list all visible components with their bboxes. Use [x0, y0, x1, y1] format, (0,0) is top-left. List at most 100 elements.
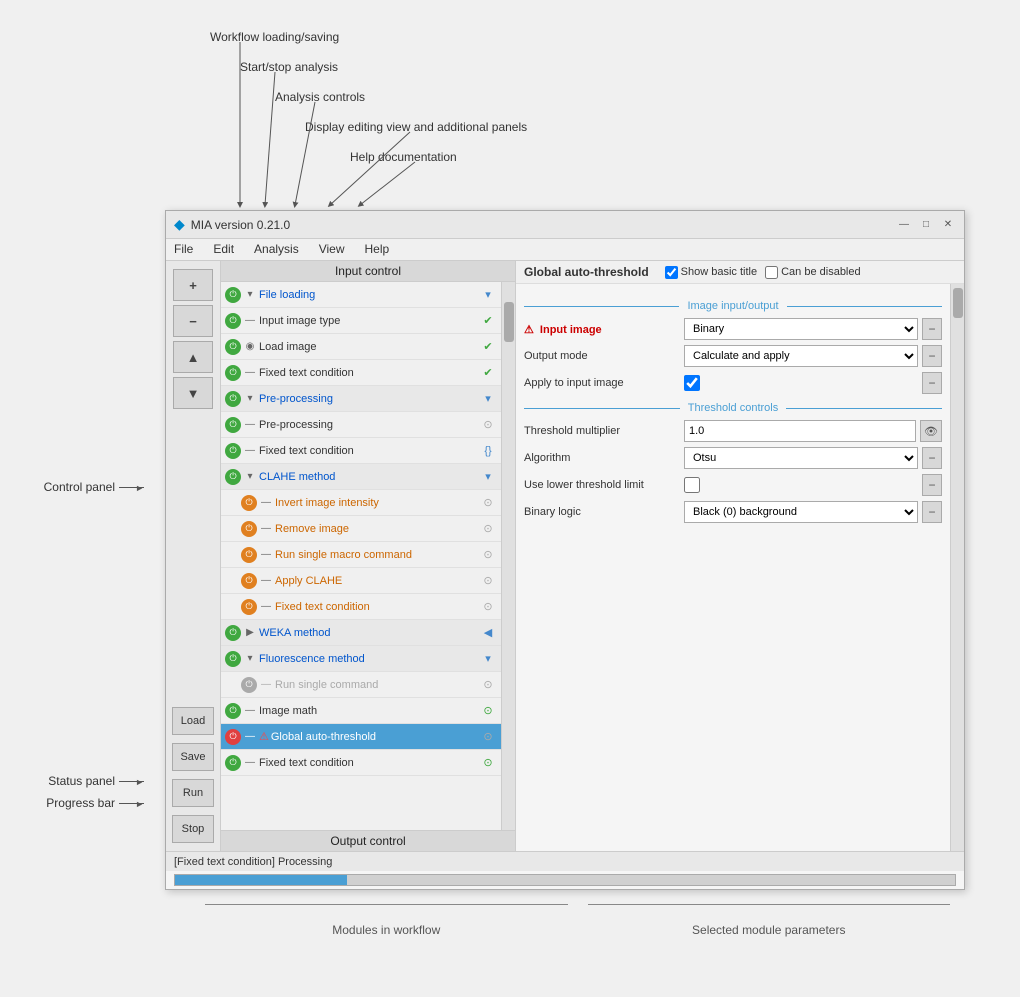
run-button[interactable]: Run [172, 779, 214, 807]
module-name[interactable]: Invert image intensity [275, 497, 479, 509]
table-row: ⏻ — Run single command ⊙ [221, 672, 501, 698]
ann-start-stop: Start/stop analysis [240, 60, 338, 74]
input-image-select[interactable]: Binary [684, 318, 918, 340]
param-control-binary-logic: Black (0) background White (0) backgroun… [684, 501, 942, 523]
module-power-icon[interactable]: ⏻ [225, 287, 241, 303]
module-power-icon[interactable]: ⏻ [241, 495, 257, 511]
module-name[interactable]: Pre-processing [259, 393, 479, 405]
params-scrollbar-thumb[interactable] [953, 288, 963, 318]
module-expand-icon[interactable]: ▾ [243, 652, 257, 666]
params-title: Global auto-threshold [524, 265, 649, 279]
output-mode-minus-button[interactable]: − [922, 345, 942, 367]
lower-threshold-minus-button[interactable]: − [922, 474, 942, 496]
minimize-button[interactable]: — [896, 217, 912, 233]
module-name[interactable]: WEKA method [259, 627, 479, 639]
module-name[interactable]: Pre-processing [259, 419, 479, 431]
module-name[interactable]: CLAHE method [259, 471, 479, 483]
output-mode-select[interactable]: Calculate and apply Calculate only [684, 345, 918, 367]
apply-input-checkbox[interactable] [684, 375, 700, 391]
module-name[interactable]: Load image [259, 341, 479, 353]
module-name[interactable]: Image math [259, 705, 479, 717]
module-expand-icon: — [259, 600, 273, 614]
show-basic-title-checkbox[interactable]: Show basic title [665, 266, 757, 279]
menu-edit[interactable]: Edit [209, 241, 238, 258]
param-row-output-mode: Output mode Calculate and apply Calculat… [524, 345, 942, 367]
module-name[interactable]: Run single command [275, 679, 479, 691]
module-name[interactable]: Apply CLAHE [275, 575, 479, 587]
table-row[interactable]: ⏻ — ⚠ Global auto-threshold ⊙ [221, 724, 501, 750]
param-row-lower-threshold: Use lower threshold limit − [524, 474, 942, 496]
module-power-icon[interactable]: ⏻ [225, 625, 241, 641]
scrollbar-thumb[interactable] [504, 302, 514, 342]
module-power-icon[interactable]: ⏻ [241, 547, 257, 563]
module-name[interactable]: Run single macro command [275, 549, 479, 561]
stop-button[interactable]: Stop [172, 815, 214, 843]
module-name[interactable]: Global auto-threshold [271, 731, 479, 743]
can-be-disabled-checkbox[interactable]: Can be disabled [765, 266, 861, 279]
module-power-icon[interactable]: ⏻ [225, 703, 241, 719]
algorithm-minus-button[interactable]: − [922, 447, 942, 469]
module-name[interactable]: Remove image [275, 523, 479, 535]
apply-input-minus-button[interactable]: − [922, 372, 942, 394]
input-image-minus-button[interactable]: − [922, 318, 942, 340]
module-power-icon[interactable]: ⏻ [241, 677, 257, 693]
modules-scrollbar[interactable] [501, 282, 515, 830]
module-name[interactable]: Fixed text condition [259, 757, 479, 769]
module-name[interactable]: File loading [259, 289, 479, 301]
menu-file[interactable]: File [170, 241, 197, 258]
module-expand-icon[interactable]: ▶ [243, 626, 257, 640]
remove-module-button[interactable]: − [173, 305, 213, 337]
module-expand-icon[interactable]: ▾ [243, 470, 257, 484]
module-power-icon[interactable]: ⏻ [225, 651, 241, 667]
params-body: Image input/output ⚠ Input image [516, 284, 950, 851]
module-expand-icon: — [243, 704, 257, 718]
module-expand-icon: ◉ [243, 340, 257, 354]
module-name[interactable]: Fixed text condition [259, 367, 479, 379]
title-text: MIA version 0.21.0 [191, 218, 896, 232]
move-up-button[interactable]: ▲ [173, 341, 213, 373]
module-name[interactable]: Fluorescence method [259, 653, 479, 665]
menu-help[interactable]: Help [361, 241, 394, 258]
module-status-icon: ⊙ [479, 598, 497, 616]
module-power-icon[interactable]: ⏻ [225, 443, 241, 459]
module-power-icon[interactable]: ⏻ [225, 365, 241, 381]
module-status-icon: ⊙ [479, 728, 497, 746]
module-name[interactable]: Fixed text condition [275, 601, 479, 613]
module-power-icon[interactable]: ⏻ [225, 339, 241, 355]
save-button[interactable]: Save [172, 743, 214, 771]
module-expand-icon[interactable]: ▾ [243, 392, 257, 406]
binary-logic-minus-button[interactable]: − [922, 501, 942, 523]
module-power-icon[interactable]: ⏻ [241, 521, 257, 537]
lower-threshold-checkbox[interactable] [684, 477, 700, 493]
show-basic-title-input[interactable] [665, 266, 678, 279]
module-power-icon[interactable]: ⏻ [241, 573, 257, 589]
module-name[interactable]: Input image type [259, 315, 479, 327]
algorithm-select[interactable]: Otsu Triangle Mean [684, 447, 918, 469]
param-label-input-image: ⚠ Input image [524, 323, 684, 336]
add-module-button[interactable]: + [173, 269, 213, 301]
module-power-icon[interactable]: ⏻ [225, 755, 241, 771]
load-button[interactable]: Load [172, 707, 214, 735]
module-expand-icon: — [259, 678, 273, 692]
params-scrollbar[interactable] [950, 284, 964, 851]
maximize-button[interactable]: □ [918, 217, 934, 233]
module-expand-icon[interactable]: ▾ [243, 288, 257, 302]
module-power-icon[interactable]: ⏻ [225, 729, 241, 745]
menu-view[interactable]: View [315, 241, 349, 258]
menu-analysis[interactable]: Analysis [250, 241, 303, 258]
module-expand-icon: — [259, 574, 273, 588]
threshold-multiplier-eye-button[interactable]: 👁 [920, 420, 942, 442]
module-power-icon[interactable]: ⏻ [225, 469, 241, 485]
module-power-icon[interactable]: ⏻ [225, 313, 241, 329]
module-power-icon[interactable]: ⏻ [241, 599, 257, 615]
binary-logic-select[interactable]: Black (0) background White (0) backgroun… [684, 501, 918, 523]
move-down-button[interactable]: ▼ [173, 377, 213, 409]
close-button[interactable]: ✕ [940, 217, 956, 233]
module-power-icon[interactable]: ⏻ [225, 391, 241, 407]
module-name[interactable]: Fixed text condition [259, 445, 479, 457]
param-row-algorithm: Algorithm Otsu Triangle Mean − [524, 447, 942, 469]
table-row: ⏻ — Invert image intensity ⊙ [221, 490, 501, 516]
can-be-disabled-input[interactable] [765, 266, 778, 279]
threshold-multiplier-input[interactable] [684, 420, 916, 442]
module-power-icon[interactable]: ⏻ [225, 417, 241, 433]
